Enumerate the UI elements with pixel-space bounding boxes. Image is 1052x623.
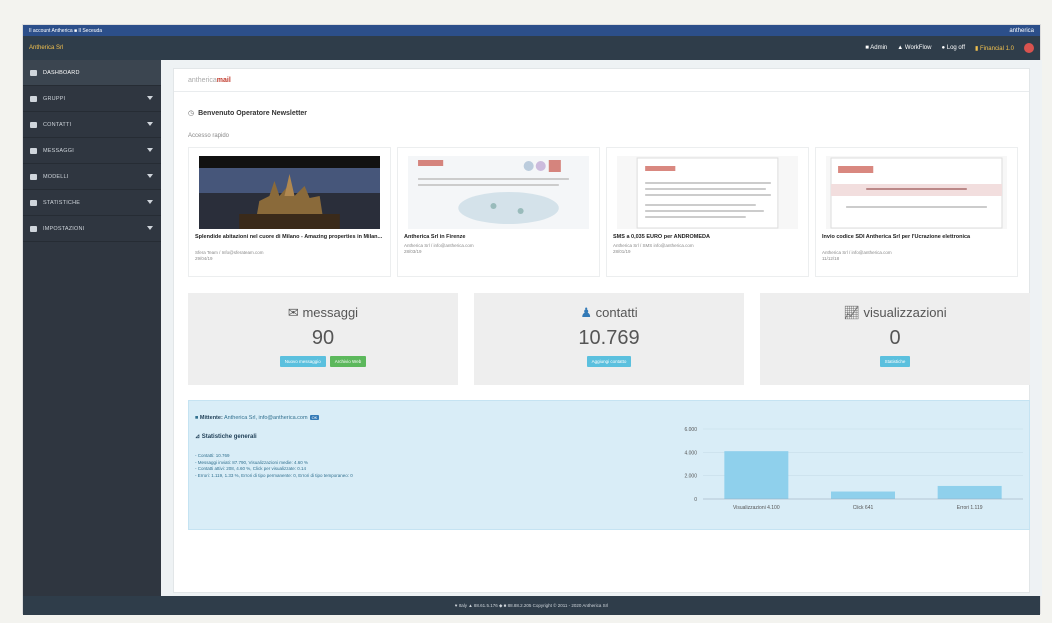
sidebar-item-contatti[interactable]: CONTATTI [23, 112, 161, 138]
chevron-down-icon [147, 200, 153, 204]
card-date: 28/01/19 [613, 249, 631, 254]
stats-subtitle: ⊿ Statistiche generali [195, 434, 257, 440]
clock-icon: ◷ [188, 110, 195, 117]
sender-info: ■ Mittente: Antherica Srl, info@antheric… [195, 415, 320, 421]
account-text[interactable]: Il account Antherica ■ Il Seceuda [29, 28, 102, 34]
contacts-stat-label: ♟ contatti [580, 305, 638, 320]
sidebar: DASHBOARD GRUPPI CONTATTI MESSAGGI MODEL… [23, 60, 161, 596]
chart-bar [937, 485, 1002, 499]
dashboard-content: anthericamail ◷ Benvenuto Operatore Newsl… [173, 68, 1030, 593]
envelope-icon: ✉ [287, 305, 303, 320]
card-date: 29/04/19 [195, 256, 213, 261]
template-icon [30, 173, 37, 180]
x-tick-label: Errori 1.119 [957, 505, 983, 511]
main-area: anthericamail ◷ Benvenuto Operatore Newsl… [161, 60, 1042, 596]
newsletter-thumbnail [199, 156, 380, 229]
sidebar-item-impostazioni[interactable]: IMPOSTAZIONI [23, 216, 161, 242]
x-tick-label: Visualizzazioni 4.100 [733, 505, 780, 511]
new-message-button[interactable]: Nuovo messaggio [279, 356, 326, 367]
gear-icon [30, 225, 37, 232]
views-stat-label: 📈︎ visualizzazioni [843, 305, 947, 320]
divider [174, 91, 1029, 92]
group-icon [30, 95, 37, 102]
views-count: 0 [889, 327, 901, 349]
user-name[interactable]: antherica [1009, 28, 1034, 34]
chart-bar [724, 451, 789, 499]
y-tick-label: 4.000 [684, 450, 697, 456]
card-title[interactable]: Splendide abitazioni nel cuore di Milano… [195, 234, 384, 241]
sidebar-item-modelli[interactable]: MODELLI [23, 164, 161, 190]
card-title[interactable]: Antherica Srl in Firenze [404, 234, 593, 241]
newsletter-card[interactable]: Antherica Srl in Firenze Antherica Srl /… [397, 147, 600, 277]
card-title[interactable]: SMS a 0,035 EURO per ANDROMEDA [613, 234, 802, 241]
chart-icon: ⊿ [195, 434, 202, 440]
stats-row: ✉ messaggi 90 Nuovo messaggio Archivio W… [188, 293, 1030, 385]
financial-link[interactable]: ▮ Financial 1.0 [975, 45, 1014, 52]
account-bar: Il account Antherica ■ Il Seceuda anther… [23, 25, 1040, 36]
user-icon [30, 121, 37, 128]
y-tick-label: 0 [694, 497, 697, 503]
chevron-down-icon [147, 96, 153, 100]
web-archive-button[interactable]: Archivio Web [329, 356, 367, 367]
contacts-stat: ♟ contatti 10.769 Aggiungi contatto [474, 293, 744, 385]
y-tick-label: 2.000 [684, 474, 697, 480]
general-stats-panel: ■ Mittente: Antherica Srl, info@antheric… [188, 400, 1030, 530]
views-stat: 📈︎ visualizzazioni 0 Statistiche [760, 293, 1030, 385]
messages-stat: ✉ messaggi 90 Nuovo messaggio Archivio W… [188, 293, 458, 385]
card-title[interactable]: Invio codice SDI Antherica Srl per l'Ucr… [822, 234, 1011, 241]
add-contact-button[interactable]: Aggiungi contatto [586, 356, 632, 367]
page-title: ◷ Benvenuto Operatore Newsletter [188, 110, 308, 117]
statistics-button[interactable]: Statistiche [879, 356, 911, 367]
sidebar-item-statistiche[interactable]: STATISTICHE [23, 190, 161, 216]
newsletter-card[interactable]: Splendide abitazioni nel cuore di Milano… [188, 147, 391, 277]
chevron-down-icon [147, 174, 153, 178]
newsletter-card[interactable]: SMS a 0,035 EURO per ANDROMEDA Antherica… [606, 147, 809, 277]
app-logo[interactable]: anthericamail [188, 77, 231, 84]
messages-count: 90 [311, 327, 335, 349]
stats-lines: - Contatti: 10.769 - Messaggi inviati: 8… [195, 453, 353, 479]
newsletter-card[interactable]: Invio codice SDI Antherica Srl per l'Ucr… [815, 147, 1018, 277]
company-name[interactable]: Antherica Srl [29, 45, 63, 51]
contacts-count: 10.769 [578, 327, 640, 349]
flag-icon[interactable] [1024, 43, 1034, 53]
app-window: Il account Antherica ■ Il Seceuda anther… [22, 24, 1042, 615]
card-date: 11/12/18 [822, 256, 840, 261]
newsletter-thumbnail [408, 156, 589, 229]
stats-line: - Errori: 1.119, 1.33 %, Errori di tipo … [195, 472, 353, 478]
x-tick-label: Click 641 [853, 505, 874, 511]
chart-icon [30, 199, 37, 206]
chevron-down-icon [147, 226, 153, 230]
footer: ♥ Italy ▲ 88.61.5.176 ◆ ■ 88.88.2.205 Co… [23, 596, 1040, 615]
card-date: 28/03/19 [404, 249, 422, 254]
stats-bar-chart: 0 2.000 4.000 6.000 Visualizzazioni 4.100 Cli… [684, 427, 1023, 511]
chart-bar [831, 491, 895, 499]
chevron-down-icon [147, 122, 153, 126]
y-tick-label: 6.000 [684, 427, 697, 433]
workflow-link[interactable]: ▲ WorkFlow [897, 45, 931, 51]
admin-link[interactable]: ■ Admin [865, 45, 887, 51]
newsletter-thumbnail [826, 156, 1007, 229]
sidebar-item-messaggi[interactable]: MESSAGGI [23, 138, 161, 164]
sidebar-item-gruppi[interactable]: GRUPPI [23, 86, 161, 112]
users-icon: ♟ [580, 305, 596, 320]
chart-line-icon: 📈︎ [843, 305, 864, 320]
chevron-down-icon [147, 148, 153, 152]
home-icon [30, 69, 37, 76]
toolbar: ■ Admin ▲ WorkFlow ● Log off ▮ Financial… [865, 43, 1034, 53]
quick-access-cards: Splendide abitazioni nel cuore di Milano… [188, 147, 1018, 277]
quick-access-label: Accesso rapido [188, 133, 230, 139]
top-navbar: Antherica Srl ■ Admin ▲ WorkFlow ● Log o… [23, 36, 1040, 60]
status-badge: OK [309, 415, 320, 420]
messages-stat-label: ✉ messaggi [287, 305, 359, 320]
envelope-icon [30, 147, 37, 154]
sidebar-item-dashboard[interactable]: DASHBOARD [23, 60, 161, 86]
flow-icon: ▲ [897, 45, 905, 51]
logoff-link[interactable]: ● Log off [941, 45, 965, 51]
newsletter-thumbnail [617, 156, 798, 229]
